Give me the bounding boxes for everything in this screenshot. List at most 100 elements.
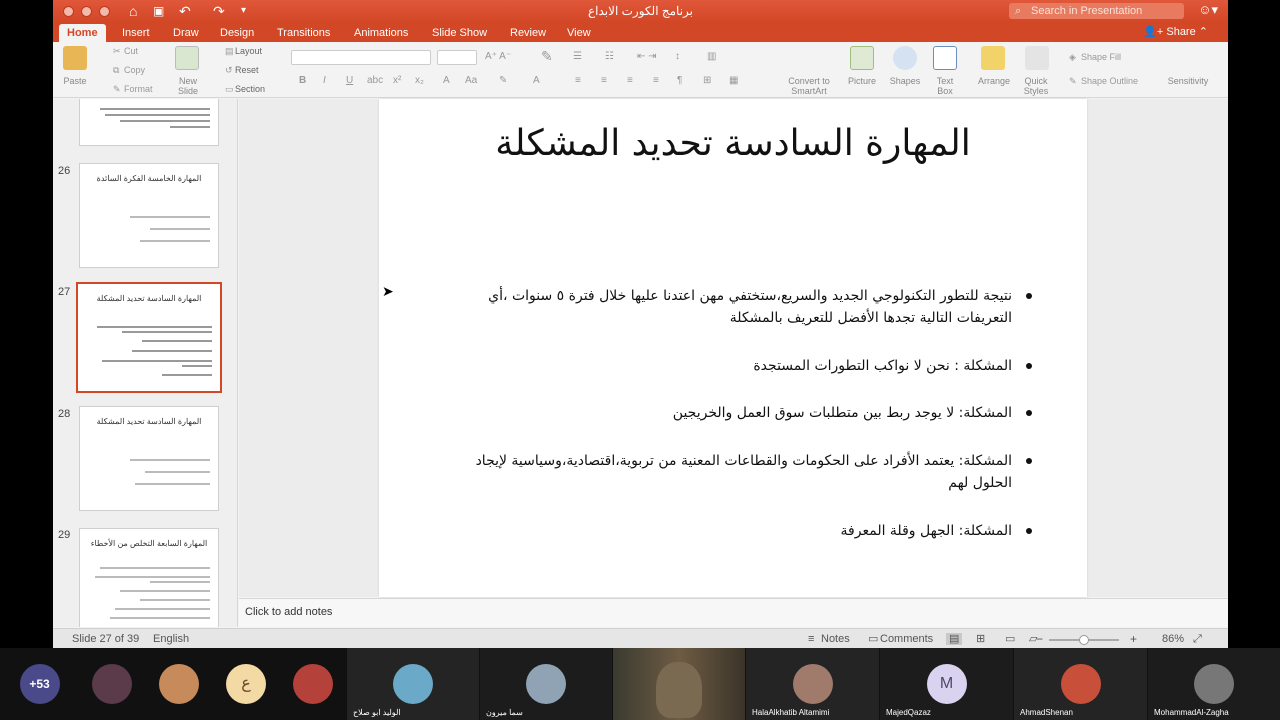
participant-tile[interactable]	[280, 648, 346, 720]
slide-bullet[interactable]: المشكلة : نحن لا نواكب التطورات المستجدة	[442, 355, 1032, 377]
superscript-icon[interactable]: x²	[393, 75, 401, 86]
slide-thumbnail-29[interactable]: المهارة السابعة التخلص من الأخطاء	[79, 528, 219, 627]
current-slide[interactable]: المهارة السادسة تحديد المشكلة نتيجة للتط…	[379, 99, 1087, 597]
text-direction-icon[interactable]: ¶	[677, 75, 682, 86]
text-box-icon[interactable]	[933, 46, 957, 70]
font-size-select[interactable]	[437, 50, 477, 65]
zoom-in-icon[interactable]: +	[1130, 633, 1137, 645]
shape-fill-button[interactable]: Shape Fill	[1081, 52, 1121, 62]
tab-insert[interactable]: Insert	[122, 24, 150, 42]
new-slide-icon[interactable]	[175, 46, 199, 70]
highlight-icon[interactable]: ✎	[499, 75, 507, 86]
slide-title[interactable]: المهارة السادسة تحديد المشكلة	[379, 123, 1087, 164]
copy-button[interactable]: Copy	[124, 65, 145, 75]
tab-transitions[interactable]: Transitions	[277, 24, 330, 42]
participant-tile[interactable]: ع	[213, 648, 279, 720]
numbering-icon[interactable]: ☷	[605, 51, 614, 62]
increase-font-icon[interactable]: A⁺ A⁻	[485, 51, 511, 62]
active-speaker-video[interactable]	[613, 648, 745, 720]
tab-home[interactable]: Home	[59, 24, 106, 42]
align-right-icon[interactable]: ≡	[627, 75, 633, 86]
justify-icon[interactable]: ≡	[653, 75, 659, 86]
smartart-icon[interactable]: ▦	[729, 75, 738, 86]
reset-button[interactable]: Reset	[235, 65, 259, 75]
comments-button[interactable]: Comments	[880, 633, 933, 645]
more-participants-badge[interactable]: +53	[19, 664, 60, 704]
tab-animations[interactable]: Animations	[354, 24, 408, 42]
participant-tile[interactable]	[146, 648, 212, 720]
share-button[interactable]: 👤+ Share ⌃	[1143, 24, 1208, 40]
convert-smartart-label[interactable]: Convert to SmartArt	[779, 76, 839, 96]
align-left-icon[interactable]: ≡	[575, 75, 581, 86]
slide-sorter-icon[interactable]: ⊞	[976, 633, 985, 645]
align-center-icon[interactable]: ≡	[601, 75, 607, 86]
thumbnail-text-line	[105, 114, 210, 116]
slide-thumbnail-27[interactable]: المهارة السادسة تحديد المشكلة	[76, 282, 222, 393]
participant-tile[interactable]: AhmadShenan	[1014, 648, 1147, 720]
slide-thumbnail[interactable]	[79, 99, 219, 146]
format-painter-button[interactable]: Format	[124, 84, 153, 94]
tab-draw[interactable]: Draw	[173, 24, 199, 42]
underline-icon[interactable]: U	[346, 75, 353, 86]
language-indicator[interactable]: English	[153, 633, 189, 645]
slide-thumbnail-28[interactable]: المهارة السادسة تحديد المشكلة	[79, 406, 219, 511]
zoom-level[interactable]: 86%	[1162, 633, 1184, 645]
thumbnail-text-line	[170, 126, 210, 128]
paste-icon[interactable]	[63, 46, 87, 70]
search-placeholder: Search in Presentation	[1031, 5, 1143, 17]
tab-design[interactable]: Design	[220, 24, 254, 42]
cut-icon[interactable]: ✂	[113, 46, 121, 56]
font-color-icon[interactable]: A	[533, 75, 540, 86]
participant-tile[interactable]: HalaAlkhatib Altamimi	[746, 648, 879, 720]
search-input[interactable]: ⌕ Search in Presentation	[1009, 3, 1184, 19]
italic-icon[interactable]: I	[323, 75, 326, 86]
reading-view-icon[interactable]: ▭	[1005, 633, 1015, 645]
tab-review[interactable]: Review	[510, 24, 546, 42]
shapes-icon[interactable]	[893, 46, 917, 70]
font-family-select[interactable]	[291, 50, 431, 65]
bullets-icon[interactable]: ☰	[573, 51, 582, 62]
normal-view-icon[interactable]: ▤	[946, 633, 963, 645]
strikethrough-icon[interactable]: abc	[367, 75, 383, 86]
format-painter-icon[interactable]: ✎	[113, 84, 121, 94]
fit-to-window-icon[interactable]: ⤢	[1193, 633, 1202, 645]
clear-format-icon[interactable]: ✎	[541, 48, 553, 65]
text-effects-icon[interactable]: A	[443, 75, 450, 86]
zoom-out-icon[interactable]: −	[1036, 633, 1043, 645]
slide-bullet[interactable]: المشكلة: لا يوجد ربط بين متطلبات سوق الع…	[442, 402, 1032, 424]
slide-number-26: 26	[58, 165, 71, 177]
copy-icon[interactable]: ⧉	[113, 65, 119, 75]
change-case-icon[interactable]: Aa	[465, 75, 477, 86]
indent-icon[interactable]: ⇤ ⇥	[637, 51, 657, 62]
participant-tile[interactable]: M MajedQazaz	[880, 648, 1013, 720]
line-spacing-icon[interactable]: ↕	[675, 51, 680, 62]
tab-view[interactable]: View	[567, 24, 591, 42]
slide-bullet[interactable]: المشكلة: يعتمد الأفراد على الحكومات والق…	[442, 450, 1032, 494]
quick-styles-icon[interactable]	[1025, 46, 1049, 70]
notes-pane[interactable]: Click to add notes	[239, 598, 1228, 627]
tab-slide-show[interactable]: Slide Show	[432, 24, 487, 42]
align-text-icon[interactable]: ⊞	[703, 75, 711, 86]
picture-icon[interactable]	[850, 46, 874, 70]
participant-tile[interactable]: الوليد ابو صلاح	[347, 648, 479, 720]
participant-tile[interactable]: سما ميرون	[480, 648, 612, 720]
slide-bullet[interactable]: نتيجة للتطور التكنولوجي الجديد والسريع،س…	[442, 285, 1032, 329]
participant-tile[interactable]: +53	[0, 648, 79, 720]
section-button[interactable]: Section	[235, 84, 265, 94]
arrange-icon[interactable]	[981, 46, 1005, 70]
zoom-slider[interactable]	[1049, 635, 1119, 645]
feedback-icon[interactable]: ☺▾	[1198, 2, 1218, 18]
notes-button[interactable]: Notes	[821, 633, 850, 645]
participant-tile[interactable]	[79, 648, 145, 720]
shape-outline-button[interactable]: Shape Outline	[1081, 76, 1138, 86]
participant-tile[interactable]: MohammadAl-Zagha	[1148, 648, 1280, 720]
columns-icon[interactable]: ▥	[707, 51, 716, 62]
subscript-icon[interactable]: x₂	[415, 75, 424, 86]
slide-bullet[interactable]: المشكلة: الجهل وقلة المعرفة	[442, 520, 1032, 542]
bold-icon[interactable]: B	[299, 75, 306, 86]
zoom-slider-knob[interactable]	[1079, 635, 1090, 645]
cut-button[interactable]: Cut	[124, 46, 138, 56]
layout-button[interactable]: Layout	[235, 46, 262, 56]
sensitivity-label[interactable]: Sensitivity	[1163, 76, 1213, 86]
slide-thumbnail-26[interactable]: المهارة الخامسة الفكرة السائدة	[79, 163, 219, 268]
